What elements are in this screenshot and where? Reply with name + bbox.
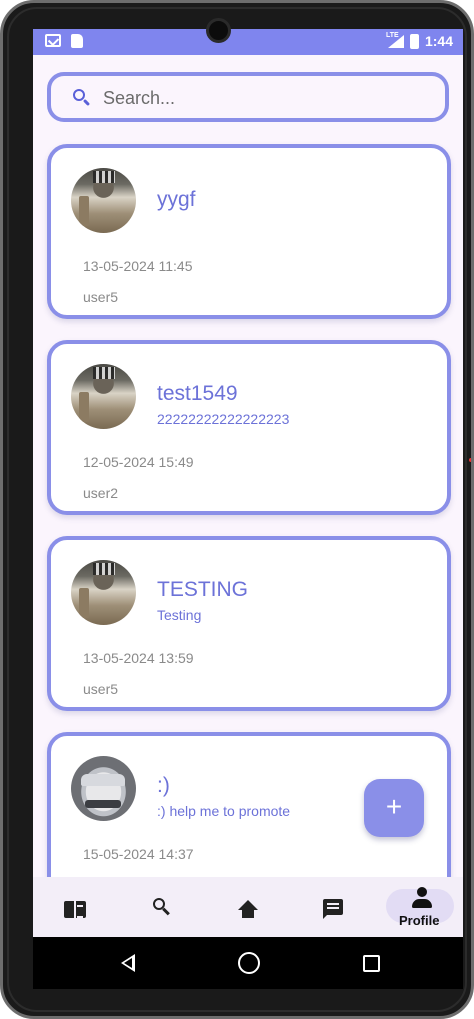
- nav-item-feed[interactable]: [40, 877, 110, 937]
- search-bar[interactable]: [47, 72, 449, 122]
- post-user: user5: [83, 681, 119, 697]
- back-icon[interactable]: [121, 954, 135, 972]
- post-card[interactable]: yygf 13-05-2024 11:45 user5: [47, 144, 451, 319]
- person-icon: [411, 887, 433, 911]
- avatar: [71, 756, 136, 821]
- post-date: 13-05-2024 13:59: [83, 650, 194, 666]
- search-input[interactable]: [103, 86, 423, 110]
- search-icon: [73, 89, 91, 107]
- post-subtitle: Testing: [157, 607, 202, 623]
- recents-icon[interactable]: [363, 955, 380, 972]
- phone-frame: LTE 1:44 yygf 13-05-2024 11:45 user5 tes…: [0, 0, 474, 1019]
- post-subtitle: 22222222222222223: [157, 411, 290, 427]
- home-icon: [238, 900, 258, 920]
- post-title: yygf: [157, 188, 196, 211]
- post-user: user5: [83, 289, 119, 305]
- nav-item-chat[interactable]: [298, 877, 368, 937]
- post-date: 12-05-2024 15:49: [83, 454, 194, 470]
- search-icon: [153, 898, 171, 916]
- post-title: test1549: [157, 382, 238, 405]
- nav-item-search[interactable]: [127, 877, 197, 937]
- post-subtitle: :) help me to promote: [157, 803, 291, 819]
- nav-item-home[interactable]: [213, 877, 283, 937]
- avatar: [71, 364, 136, 429]
- avatar: [71, 560, 136, 625]
- post-user: user2: [83, 485, 119, 501]
- feed-icon: [64, 901, 86, 918]
- chat-icon: [323, 899, 343, 919]
- system-navigation-bar: [33, 937, 463, 989]
- nav-label-profile: Profile: [399, 913, 440, 928]
- avatar: [71, 168, 136, 233]
- home-circle-icon[interactable]: [238, 952, 260, 974]
- indicator-dot: [469, 458, 471, 462]
- post-title: :): [157, 774, 170, 797]
- post-date: 15-05-2024 14:37: [83, 846, 194, 862]
- app-screen: LTE 1:44 yygf 13-05-2024 11:45 user5 tes…: [33, 29, 463, 937]
- post-card[interactable]: TESTING Testing 13-05-2024 13:59 user5: [47, 536, 451, 711]
- bottom-navigation: Profile: [33, 877, 463, 937]
- post-date: 13-05-2024 11:45: [83, 258, 193, 274]
- post-card[interactable]: test1549 22222222222222223 12-05-2024 15…: [47, 340, 451, 515]
- add-post-button[interactable]: +: [364, 779, 424, 837]
- camera-cutout: [206, 18, 231, 43]
- post-title: TESTING: [157, 578, 249, 601]
